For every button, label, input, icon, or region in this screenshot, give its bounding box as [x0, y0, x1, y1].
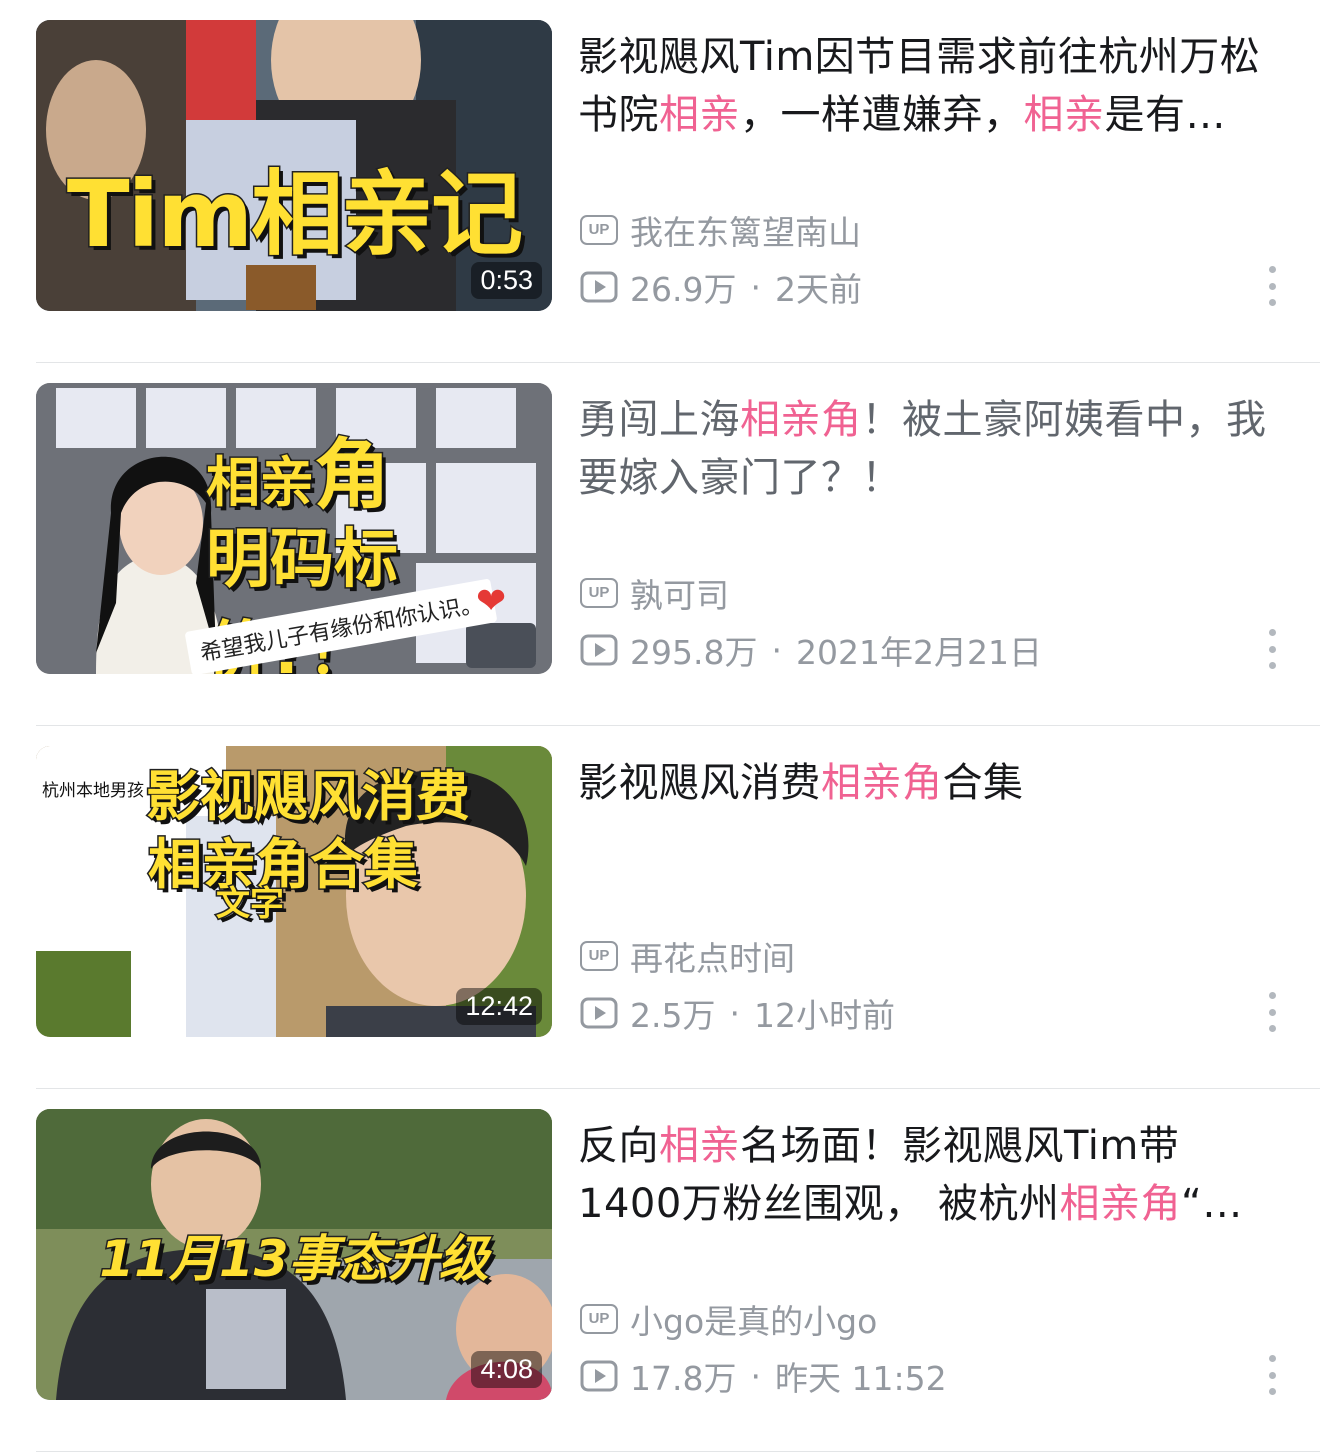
up-badge-icon: UP — [580, 1304, 618, 1334]
video-duration: 12:42 — [456, 988, 542, 1025]
stats-row: 295.8万 · 2021年2月21日 — [580, 626, 1042, 674]
title-keyword-highlight: 相亲角 — [1059, 1181, 1182, 1227]
video-duration: 4:08 — [471, 1351, 542, 1388]
view-count: 2.5万 — [630, 996, 716, 1035]
view-count: 26.9万 — [630, 270, 737, 309]
title-keyword-highlight: 相亲角 — [821, 760, 943, 806]
video-thumbnail[interactable]: 杭州本地男孩 影视飓风消费 相亲角合集 文字 12:42 — [36, 746, 552, 1037]
video-list: Tim相亲记 0:53 影视飓风Tim因节目需求前往杭州万松书院相亲，一样遭嫌弃… — [0, 0, 1320, 1452]
heart-icon: ❤ — [476, 581, 507, 622]
title-text: “… — [1181, 1181, 1243, 1227]
up-badge-icon: UP — [580, 941, 618, 971]
title-text: 勇闯上海 — [578, 397, 740, 443]
author-row[interactable]: UP 我在东篱望南山 — [580, 206, 861, 254]
thumbnail-doc-title: 杭州本地男孩 — [42, 781, 144, 801]
more-options-icon[interactable] — [1258, 1355, 1286, 1395]
meta-separator: · — [750, 1356, 761, 1396]
publish-time: 2天前 — [774, 270, 862, 309]
stats-row: 26.9万 · 2天前 — [580, 263, 862, 311]
title-keyword-highlight: 相亲角 — [740, 397, 862, 443]
meta-separator: · — [771, 630, 782, 670]
more-options-icon[interactable] — [1258, 629, 1286, 669]
title-keyword-highlight: 相亲 — [659, 1123, 740, 1169]
author-row[interactable]: UP 孰可司 — [580, 569, 729, 617]
meta-separator: · — [729, 993, 740, 1033]
play-count-icon — [580, 634, 618, 666]
video-title[interactable]: 影视飓风消费相亲角合集 — [578, 754, 1278, 812]
title-keyword-highlight: 相亲 — [659, 92, 740, 138]
thumbnail-title-text: Tim相亲记 — [65, 160, 524, 270]
video-thumbnail[interactable]: 相亲角 明码标价?！ 希望我儿子有缘份和你认识。 ❤ — [36, 383, 552, 674]
author-row[interactable]: UP 再花点时间 — [580, 932, 795, 980]
video-card-3[interactable]: 杭州本地男孩 影视飓风消费 相亲角合集 文字 12:42 影视飓风消费相亲角合集… — [0, 726, 1320, 1089]
author-name[interactable]: 孰可司 — [630, 569, 729, 617]
video-thumbnail[interactable]: 11月13事态升级 4:08 — [36, 1109, 552, 1400]
meta-separator: · — [750, 267, 761, 307]
title-text: 影视飓风消费 — [578, 760, 821, 806]
publish-time: 2021年2月21日 — [795, 633, 1042, 672]
play-count-icon — [580, 1360, 618, 1392]
thumbnail-title-text: 11月13事态升级 — [98, 1229, 490, 1290]
title-text: 反向 — [578, 1123, 659, 1169]
up-badge-icon: UP — [580, 215, 618, 245]
thumbnail-title-text: 相亲角 — [205, 429, 392, 521]
video-title[interactable]: 勇闯上海相亲角！被土豪阿姨看中，我要嫁入豪门了？！ — [578, 391, 1278, 507]
stats-row: 17.8万 · 昨天 11:52 — [580, 1352, 947, 1400]
stats-row: 2.5万 · 12小时前 — [580, 989, 895, 1037]
video-title[interactable]: 反向相亲名场面！影视飓风Tim带1400万粉丝围观， 被杭州相亲角“… — [578, 1117, 1278, 1233]
author-row[interactable]: UP 小go是真的小go — [580, 1295, 877, 1343]
author-name[interactable]: 小go是真的小go — [630, 1295, 877, 1343]
publish-time: 昨天 11:52 — [774, 1359, 947, 1398]
title-keyword-highlight: 相亲 — [1023, 92, 1105, 138]
video-card-2[interactable]: 相亲角 明码标价?！ 希望我儿子有缘份和你认识。 ❤ 勇闯上海相亲角！被土豪阿姨… — [0, 363, 1320, 726]
video-thumbnail[interactable]: Tim相亲记 0:53 — [36, 20, 552, 311]
title-text: 合集 — [942, 760, 1024, 806]
more-options-icon[interactable] — [1258, 266, 1286, 306]
view-count: 17.8万 — [630, 1359, 737, 1398]
view-count: 295.8万 — [630, 633, 758, 672]
more-options-icon[interactable] — [1258, 992, 1286, 1032]
author-name[interactable]: 再花点时间 — [630, 932, 795, 980]
title-text: 是有… — [1104, 92, 1226, 138]
video-duration: 0:53 — [471, 262, 542, 299]
thumbnail-small-text: 文字 — [215, 883, 286, 926]
play-count-icon — [580, 271, 618, 303]
video-card-1[interactable]: Tim相亲记 0:53 影视飓风Tim因节目需求前往杭州万松书院相亲，一样遭嫌弃… — [0, 0, 1320, 363]
video-title[interactable]: 影视飓风Tim因节目需求前往杭州万松书院相亲，一样遭嫌弃，相亲是有… — [578, 28, 1278, 144]
publish-time: 12小时前 — [753, 996, 895, 1035]
author-name[interactable]: 我在东篱望南山 — [630, 206, 861, 254]
video-card-4[interactable]: 11月13事态升级 4:08 反向相亲名场面！影视飓风Tim带1400万粉丝围观… — [0, 1089, 1320, 1452]
play-count-icon — [580, 997, 618, 1029]
up-badge-icon: UP — [580, 578, 618, 608]
title-text: ，一样遭嫌弃， — [740, 92, 1024, 138]
